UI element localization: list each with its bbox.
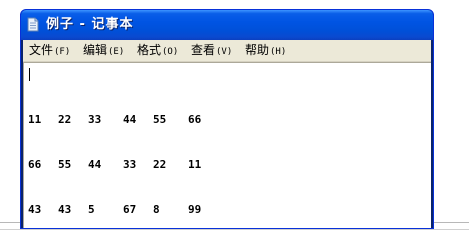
text-value: 44 — [123, 113, 137, 126]
text-value: 33 — [88, 113, 102, 126]
text-value: 11 — [28, 113, 42, 126]
text-value: 11 — [188, 158, 202, 171]
text-value: 43 — [58, 203, 72, 216]
notepad-icon[interactable] — [27, 17, 39, 32]
menu-edit[interactable]: 编辑(E) — [83, 40, 124, 61]
menu-edit-label: 编辑 — [83, 43, 108, 57]
menu-file-label: 文件 — [29, 43, 54, 57]
menu-view-label: 查看 — [191, 43, 216, 57]
menu-help[interactable]: 帮助(H) — [245, 40, 286, 61]
text-value: 33 — [123, 158, 137, 171]
menu-edit-key: (E) — [108, 47, 125, 57]
menu-help-label: 帮助 — [245, 43, 270, 57]
text-value: 22 — [58, 113, 72, 126]
text-value: 5 — [88, 203, 95, 216]
menu-format-label: 格式 — [137, 43, 162, 57]
menu-file[interactable]: 文件(F) — [29, 40, 70, 61]
text-line-3: 43 43 5 67 8 99 — [28, 202, 426, 217]
menu-format[interactable]: 格式(O) — [137, 40, 178, 61]
text-value: 66 — [188, 113, 202, 126]
menu-help-key: (H) — [270, 47, 287, 57]
text-value: 44 — [88, 158, 102, 171]
text-value: 99 — [188, 203, 202, 216]
text-value: 66 — [28, 158, 42, 171]
window-title: 例子 - 记事本 — [46, 17, 134, 32]
menu-view[interactable]: 查看(V) — [191, 40, 232, 61]
menu-format-key: (O) — [162, 47, 179, 57]
text-value: 55 — [58, 158, 72, 171]
menu-view-key: (V) — [216, 47, 233, 57]
text-line-1: 11 22 33 44 55 66 — [28, 112, 426, 127]
text-editor-area[interactable]: 11 22 33 44 55 66 66 55 44 33 22 11 43 4… — [23, 62, 431, 228]
title-bar[interactable]: 例子 - 记事本 — [21, 10, 433, 40]
text-line-2: 66 55 44 33 22 11 — [28, 157, 426, 172]
document-text[interactable]: 11 22 33 44 55 66 66 55 44 33 22 11 43 4… — [28, 67, 426, 225]
text-value: 43 — [28, 203, 42, 216]
notepad-window: 例子 - 记事本 文件(F) 编辑(E) 格式(O) 查看(V) 帮助(H) 1… — [20, 9, 434, 229]
text-caret — [29, 68, 30, 81]
background-rule-lower — [0, 229, 469, 230]
text-value: 55 — [153, 113, 167, 126]
menu-file-key: (F) — [54, 47, 71, 57]
text-value: 22 — [153, 158, 167, 171]
text-value: 67 — [123, 203, 137, 216]
text-value: 8 — [153, 203, 160, 216]
menu-bar: 文件(F) 编辑(E) 格式(O) 查看(V) 帮助(H) — [23, 40, 431, 62]
